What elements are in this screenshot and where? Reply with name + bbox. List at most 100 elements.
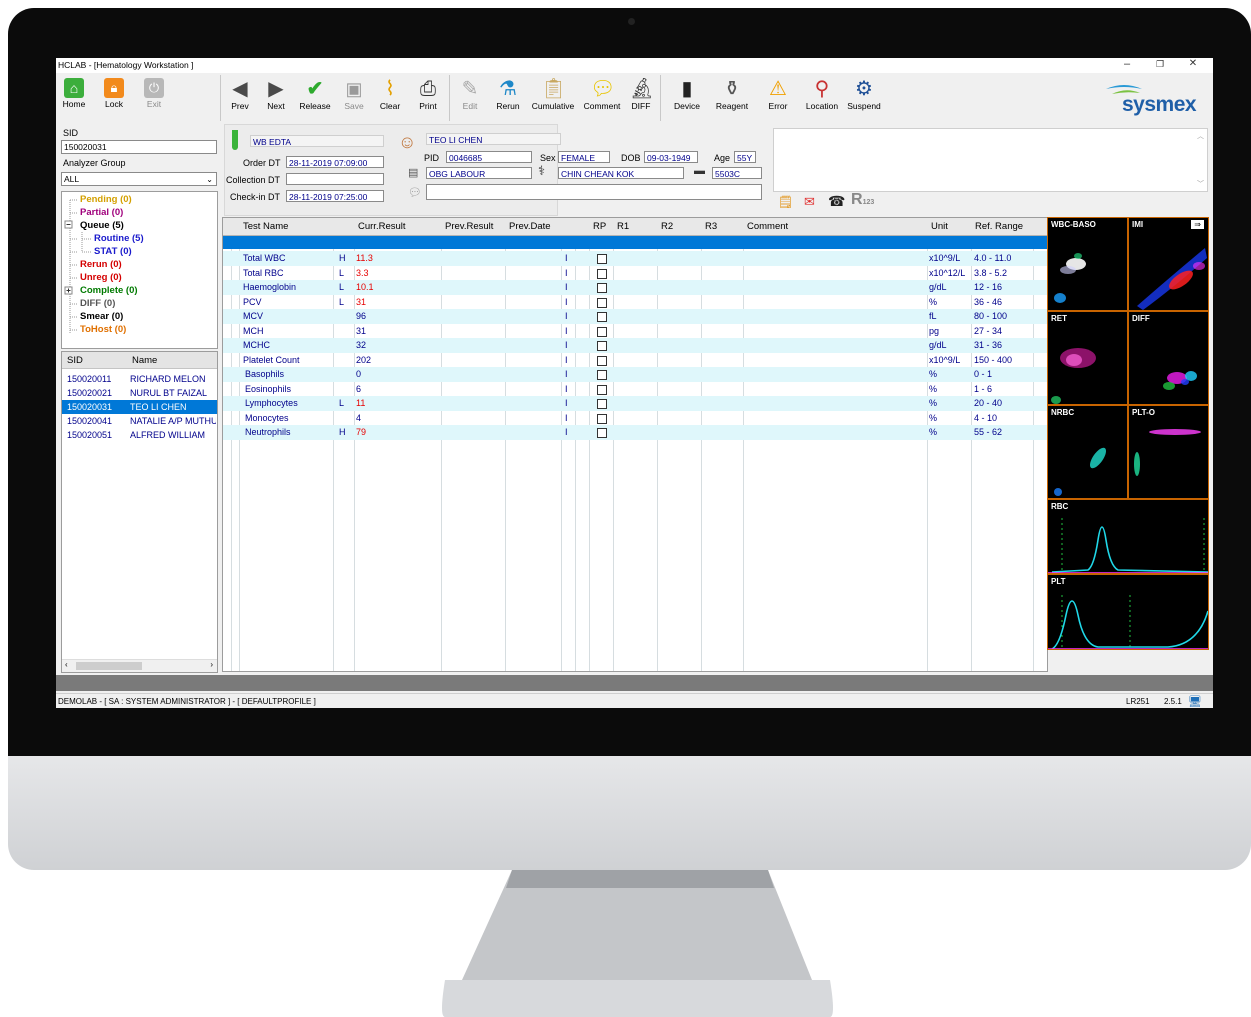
header-r2[interactable]: R2: [661, 221, 673, 232]
column-header-sid[interactable]: SID: [67, 355, 83, 366]
patient-comment-field[interactable]: [426, 184, 762, 200]
r123-icon[interactable]: R123: [851, 191, 874, 209]
tree-partial[interactable]: Partial (0): [80, 207, 123, 218]
sid-input[interactable]: 150020031: [61, 140, 217, 154]
prev-button[interactable]: ◀ Prev: [224, 76, 256, 120]
result-row[interactable]: MCH 31 Ipg 27 - 34: [223, 324, 1047, 339]
suspend-button[interactable]: ⚙ Suspend: [845, 76, 883, 120]
rerun-button[interactable]: ⚗ Rerun: [492, 76, 524, 120]
phone-icon[interactable]: ☎: [828, 193, 845, 210]
rp-checkbox[interactable]: [597, 355, 607, 366]
scroll-right-icon[interactable]: ›: [210, 660, 213, 669]
save-button[interactable]: ▣ Save: [338, 76, 370, 120]
plot-plt-o[interactable]: PLT-O: [1128, 405, 1209, 499]
tree-pending[interactable]: Pending (0): [80, 194, 132, 205]
result-row[interactable]: Basophils 0 I% 0 - 1: [223, 367, 1047, 382]
note-icon[interactable]: 🗒︎: [778, 195, 793, 209]
edit-button[interactable]: ✎ Edit: [454, 76, 486, 120]
tree-diff[interactable]: DIFF (0): [80, 298, 115, 309]
rp-checkbox[interactable]: [597, 384, 607, 395]
plot-wbc-baso[interactable]: WBC-BASO: [1047, 217, 1128, 311]
header-r3[interactable]: R3: [705, 221, 717, 232]
comment-button[interactable]: 💬︎ Comment: [580, 76, 624, 120]
minimize-button[interactable]: –: [1112, 58, 1142, 70]
result-row[interactable]: Monocytes 4 I% 4 - 10: [223, 411, 1047, 426]
header-comment[interactable]: Comment: [747, 221, 788, 232]
rp-checkbox[interactable]: [597, 312, 607, 322]
sample-row[interactable]: 150020041 NATALIE A/P MUTHU: [62, 414, 217, 428]
tree-routine[interactable]: Routine (5): [94, 233, 144, 244]
plot-diff[interactable]: DIFF: [1128, 311, 1209, 405]
reagent-button[interactable]: ⚱ Reagent: [710, 76, 754, 120]
restore-button[interactable]: ❐: [1145, 59, 1175, 70]
plot-nrbc[interactable]: NRBC: [1047, 405, 1128, 499]
result-row[interactable]: MCHC 32 Ig/dL 31 - 36: [223, 338, 1047, 353]
plot-rbc[interactable]: RBC: [1047, 499, 1209, 574]
scrollbar-thumb[interactable]: [76, 662, 142, 670]
rp-checkbox[interactable]: [597, 283, 607, 293]
analyzer-group-select[interactable]: ALL ⌄: [61, 172, 217, 186]
plot-imi[interactable]: IMI ⇒: [1128, 217, 1209, 311]
header-r1[interactable]: R1: [617, 221, 629, 232]
result-row[interactable]: MCV 96 IfL 80 - 100: [223, 309, 1047, 324]
sample-row-selected[interactable]: 150020031 TEO LI CHEN: [62, 400, 217, 414]
rp-checkbox[interactable]: [597, 370, 607, 380]
rp-checkbox[interactable]: [597, 326, 607, 337]
location-button[interactable]: ⚲ Location: [800, 76, 844, 120]
exit-button[interactable]: ⏻ Exit: [138, 76, 170, 120]
result-row[interactable]: Total WBC H 11.3 Ix10^9/L 4.0 - 11.0: [223, 251, 1047, 266]
header-prev-date[interactable]: Prev.Date: [509, 221, 551, 232]
scroll-up-icon[interactable]: ︿: [1197, 131, 1204, 141]
cumulative-button[interactable]: 📋︎ Cumulative: [528, 76, 578, 120]
lock-button[interactable]: 🔒︎ Lock: [98, 76, 130, 120]
clear-button[interactable]: ⌇ Clear: [374, 76, 406, 120]
header-ref-range[interactable]: Ref. Range: [975, 221, 1023, 232]
tree-rerun[interactable]: Rerun (0): [80, 259, 122, 270]
print-button[interactable]: ⎙ Print: [412, 76, 444, 120]
close-button[interactable]: ✕: [1178, 58, 1208, 69]
rp-checkbox[interactable]: [597, 399, 607, 409]
result-row[interactable]: Eosinophils 6 I% 1 - 6: [223, 382, 1047, 397]
scroll-down-icon[interactable]: ﹀: [1197, 179, 1204, 189]
tree-stat[interactable]: STAT (0): [94, 246, 132, 257]
sample-row[interactable]: 150020021 NURUL BT FAIZAL: [62, 386, 217, 400]
tree-tohost[interactable]: ToHost (0): [80, 324, 126, 335]
next-button[interactable]: ▶ Next: [260, 76, 292, 120]
sample-row[interactable]: 150020051 ALFRED WILLIAM: [62, 428, 217, 442]
error-button[interactable]: ⚠ Error: [758, 76, 798, 120]
horizontal-scrollbar[interactable]: ‹ ›: [62, 659, 217, 672]
plot-plt[interactable]: PLT: [1047, 574, 1209, 650]
plot-ret[interactable]: RET: [1047, 311, 1128, 405]
rp-checkbox[interactable]: [597, 413, 607, 424]
tree-queue[interactable]: Queue (5): [80, 220, 124, 231]
home-button[interactable]: ⌂ Home: [58, 76, 90, 120]
result-row[interactable]: PCV L 31 I% 36 - 46: [223, 295, 1047, 310]
header-prev-result[interactable]: Prev.Result: [445, 221, 493, 232]
diff-button[interactable]: 🔬︎ DIFF: [626, 76, 656, 120]
result-row[interactable]: Total RBC L 3.3 Ix10^12/L 3.8 - 5.2: [223, 266, 1047, 281]
result-row[interactable]: Haemoglobin L 10.1 Ig/dL 12 - 16: [223, 280, 1047, 295]
mail-icon[interactable]: ✉: [804, 194, 815, 210]
header-curr-result[interactable]: Curr.Result: [358, 221, 406, 232]
release-button[interactable]: ✔ Release: [296, 76, 334, 120]
rp-checkbox[interactable]: [597, 268, 607, 279]
tree-smear[interactable]: Smear (0): [80, 311, 123, 322]
result-row[interactable]: Lymphocytes L 11 I% 20 - 40: [223, 396, 1047, 411]
rp-checkbox[interactable]: [597, 428, 607, 438]
scroll-left-icon[interactable]: ‹: [65, 660, 68, 669]
selected-row[interactable]: [223, 236, 1047, 249]
tree-complete[interactable]: Complete (0): [80, 285, 138, 296]
tree-unreg[interactable]: Unreg (0): [80, 272, 122, 283]
device-button[interactable]: ▮ Device: [666, 76, 708, 120]
result-row[interactable]: Platelet Count 202 Ix10^9/L 150 - 400: [223, 353, 1047, 368]
result-row[interactable]: Neutrophils H 79 I% 55 - 62: [223, 425, 1047, 440]
sample-row[interactable]: 150020011 RICHARD MELON: [62, 372, 217, 386]
header-unit[interactable]: Unit: [931, 221, 948, 232]
rp-checkbox[interactable]: [597, 341, 607, 351]
collection-dt-field[interactable]: [286, 173, 384, 185]
remarks-box[interactable]: ︿ ﹀: [773, 128, 1208, 192]
column-header-name[interactable]: Name: [132, 355, 157, 366]
header-rp[interactable]: RP: [593, 221, 606, 232]
rp-checkbox[interactable]: [597, 254, 607, 264]
header-test-name[interactable]: Test Name: [243, 221, 288, 232]
